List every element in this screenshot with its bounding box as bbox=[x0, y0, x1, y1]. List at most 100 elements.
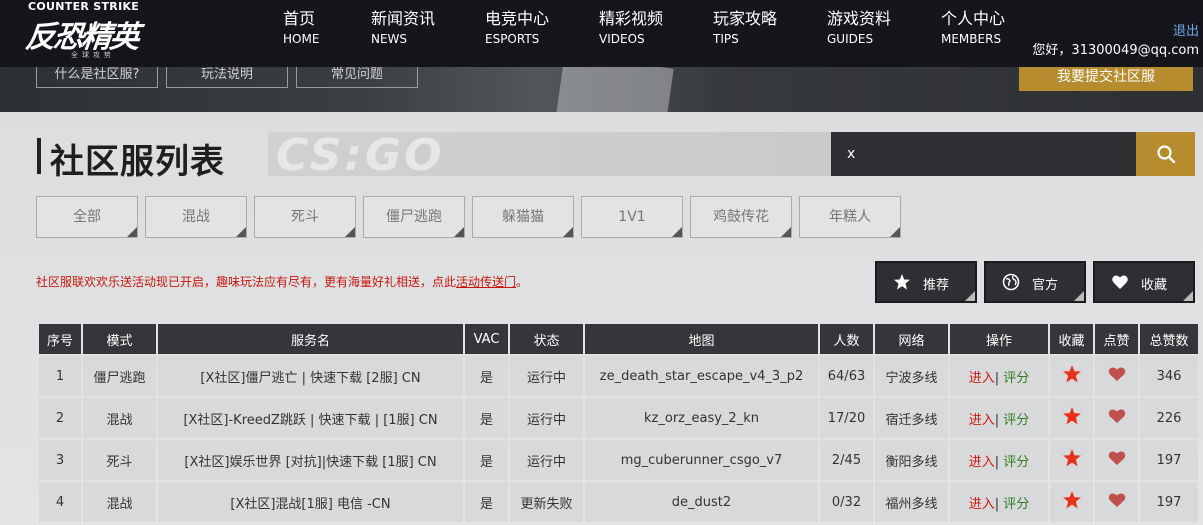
filter-pass-the-drum[interactable]: 鸡鼓传花 bbox=[690, 196, 792, 238]
search-button[interactable] bbox=[1136, 132, 1195, 176]
filter-label: 1V1 bbox=[618, 209, 646, 225]
header-status: 状态 bbox=[510, 324, 583, 354]
cell-like bbox=[1095, 482, 1138, 522]
nav-esports-cn: 电竞中心 bbox=[485, 9, 550, 28]
favorite-star-icon[interactable] bbox=[1062, 448, 1082, 468]
action-separator: | bbox=[994, 496, 1000, 512]
corner-triangle-icon bbox=[781, 227, 791, 237]
nav-members[interactable]: 个人中心 MEMBERS bbox=[941, 9, 1005, 47]
enter-link[interactable]: 进入 bbox=[969, 371, 995, 386]
nav-videos-en: VIDEOS bbox=[599, 32, 645, 46]
filter-1v1[interactable]: 1V1 bbox=[581, 196, 683, 238]
main-content: 社区服列表 CS:GO 全部 混战 死斗 僵尸逃跑 躲猫猫 1V1 鸡鼓传花 年… bbox=[0, 112, 1203, 525]
nav-videos[interactable]: 精彩视频 VIDEOS bbox=[599, 9, 663, 47]
cell-number: 3 bbox=[39, 440, 81, 480]
filter-rice-cake-man[interactable]: 年糕人 bbox=[799, 196, 901, 238]
cell-mode: 僵尸逃跑 bbox=[83, 356, 156, 396]
action-separator: | bbox=[994, 412, 1000, 428]
filter-hide-and-seek[interactable]: 躲猫猫 bbox=[472, 196, 574, 238]
cell-vac: 是 bbox=[465, 398, 508, 438]
how-to-play-button[interactable]: 玩法说明 bbox=[166, 67, 288, 88]
rate-link[interactable]: 评分 bbox=[1003, 371, 1029, 386]
cell-mode: 混战 bbox=[83, 482, 156, 522]
faq-button[interactable]: 常见问题 bbox=[296, 67, 418, 88]
nav-home[interactable]: 首页 HOME bbox=[283, 9, 319, 47]
cell-total-likes: 226 bbox=[1140, 398, 1198, 438]
cell-network: 衡阳多线 bbox=[875, 440, 948, 480]
cell-mode: 混战 bbox=[83, 398, 156, 438]
like-heart-icon[interactable] bbox=[1108, 366, 1126, 382]
table-row[interactable]: 3 死斗 [X社区]娱乐世界 [对抗]|快速下载 [1服] CN 是 运行中 m… bbox=[39, 440, 1198, 480]
recommended-button[interactable]: 推荐 bbox=[875, 261, 977, 303]
cell-number: 1 bbox=[39, 356, 81, 396]
nav-news-cn: 新闻资讯 bbox=[371, 9, 436, 28]
corner-triangle-icon bbox=[563, 227, 573, 237]
cell-number: 4 bbox=[39, 482, 81, 522]
favorite-star-icon[interactable] bbox=[1062, 490, 1082, 510]
nav-tips-cn: 玩家攻略 bbox=[713, 9, 778, 28]
cell-mode: 死斗 bbox=[83, 440, 156, 480]
nav-home-en: HOME bbox=[283, 32, 320, 46]
cell-map: de_dust2 bbox=[585, 482, 818, 522]
nav-guides-cn: 游戏资料 bbox=[827, 9, 892, 28]
favorites-label: 收藏 bbox=[1141, 278, 1168, 293]
nav-members-en: MEMBERS bbox=[941, 32, 1002, 46]
cell-total-likes: 197 bbox=[1140, 482, 1198, 522]
like-heart-icon[interactable] bbox=[1108, 408, 1126, 424]
star-icon bbox=[894, 274, 910, 290]
nav-home-cn: 首页 bbox=[283, 9, 316, 28]
filter-all[interactable]: 全部 bbox=[36, 196, 138, 238]
user-greeting: 您好，31300049@qq.com bbox=[1032, 43, 1199, 58]
table-row[interactable]: 4 混战 [X社区]混战[1服] 电信 -CN 是 更新失败 de_dust2 … bbox=[39, 482, 1198, 522]
cell-vac: 是 bbox=[465, 482, 508, 522]
corner-triangle-icon bbox=[672, 227, 682, 237]
rate-link[interactable]: 评分 bbox=[1003, 455, 1029, 470]
filter-melee[interactable]: 混战 bbox=[145, 196, 247, 238]
like-heart-icon[interactable] bbox=[1108, 492, 1126, 508]
cell-actions: 进入| 评分 bbox=[950, 440, 1048, 480]
cell-server-name: [X社区]-KreedZ跳跃 | 快速下载 | [1服] CN bbox=[158, 398, 463, 438]
banner-strip: 什么是社区服? 玩法说明 常见问题 我要提交社区服 bbox=[0, 67, 1203, 112]
nav-news[interactable]: 新闻资讯 NEWS bbox=[371, 9, 435, 47]
banner-decoration bbox=[556, 67, 674, 112]
enter-link[interactable]: 进入 bbox=[969, 497, 995, 512]
filter-zombie-escape[interactable]: 僵尸逃跑 bbox=[363, 196, 465, 238]
corner-triangle-icon bbox=[890, 227, 900, 237]
table-row[interactable]: 2 混战 [X社区]-KreedZ跳跃 | 快速下载 | [1服] CN 是 运… bbox=[39, 398, 1198, 438]
official-button[interactable]: 官方 bbox=[984, 261, 1086, 303]
nav-members-cn: 个人中心 bbox=[941, 9, 1006, 28]
cell-actions: 进入| 评分 bbox=[950, 398, 1048, 438]
official-label: 官方 bbox=[1032, 278, 1059, 293]
rate-link[interactable]: 评分 bbox=[1003, 497, 1029, 512]
event-portal-link[interactable]: 活动传送门 bbox=[456, 275, 516, 289]
corner-triangle-icon bbox=[1183, 291, 1193, 301]
submit-server-button[interactable]: 我要提交社区服 bbox=[1019, 67, 1193, 91]
enter-link[interactable]: 进入 bbox=[969, 455, 995, 470]
nav-esports[interactable]: 电竞中心 ESPORTS bbox=[485, 9, 549, 47]
cell-network: 福州多线 bbox=[875, 482, 948, 522]
cell-status: 运行中 bbox=[510, 356, 583, 396]
table-row[interactable]: 1 僵尸逃跑 [X社区]僵尸逃亡 | 快速下载 [2服] CN 是 运行中 ze… bbox=[39, 356, 1198, 396]
like-heart-icon[interactable] bbox=[1108, 450, 1126, 466]
enter-link[interactable]: 进入 bbox=[969, 413, 995, 428]
search-icon bbox=[1156, 145, 1175, 164]
what-is-community-server-button[interactable]: 什么是社区服? bbox=[36, 67, 158, 88]
nav-esports-en: ESPORTS bbox=[485, 32, 540, 46]
filter-deathmatch[interactable]: 死斗 bbox=[254, 196, 356, 238]
header-network: 网络 bbox=[875, 324, 948, 354]
header-like: 点赞 bbox=[1095, 324, 1138, 354]
site-logo[interactable]: COUNTER STRIKE 反恐精英 全球攻势 bbox=[24, 0, 166, 62]
header-favorite: 收藏 bbox=[1050, 324, 1093, 354]
favorite-star-icon[interactable] bbox=[1062, 364, 1082, 384]
cell-status: 运行中 bbox=[510, 398, 583, 438]
nav-guides[interactable]: 游戏资料 GUIDES bbox=[827, 9, 891, 47]
corner-triangle-icon bbox=[454, 227, 464, 237]
nav-tips[interactable]: 玩家攻略 TIPS bbox=[713, 9, 777, 47]
cell-number: 2 bbox=[39, 398, 81, 438]
search-input[interactable] bbox=[831, 132, 1136, 176]
rate-link[interactable]: 评分 bbox=[1003, 413, 1029, 428]
corner-triangle-icon bbox=[236, 227, 246, 237]
favorites-button[interactable]: 收藏 bbox=[1093, 261, 1195, 303]
favorite-star-icon[interactable] bbox=[1062, 406, 1082, 426]
logout-link[interactable]: 退出 bbox=[1173, 20, 1199, 39]
